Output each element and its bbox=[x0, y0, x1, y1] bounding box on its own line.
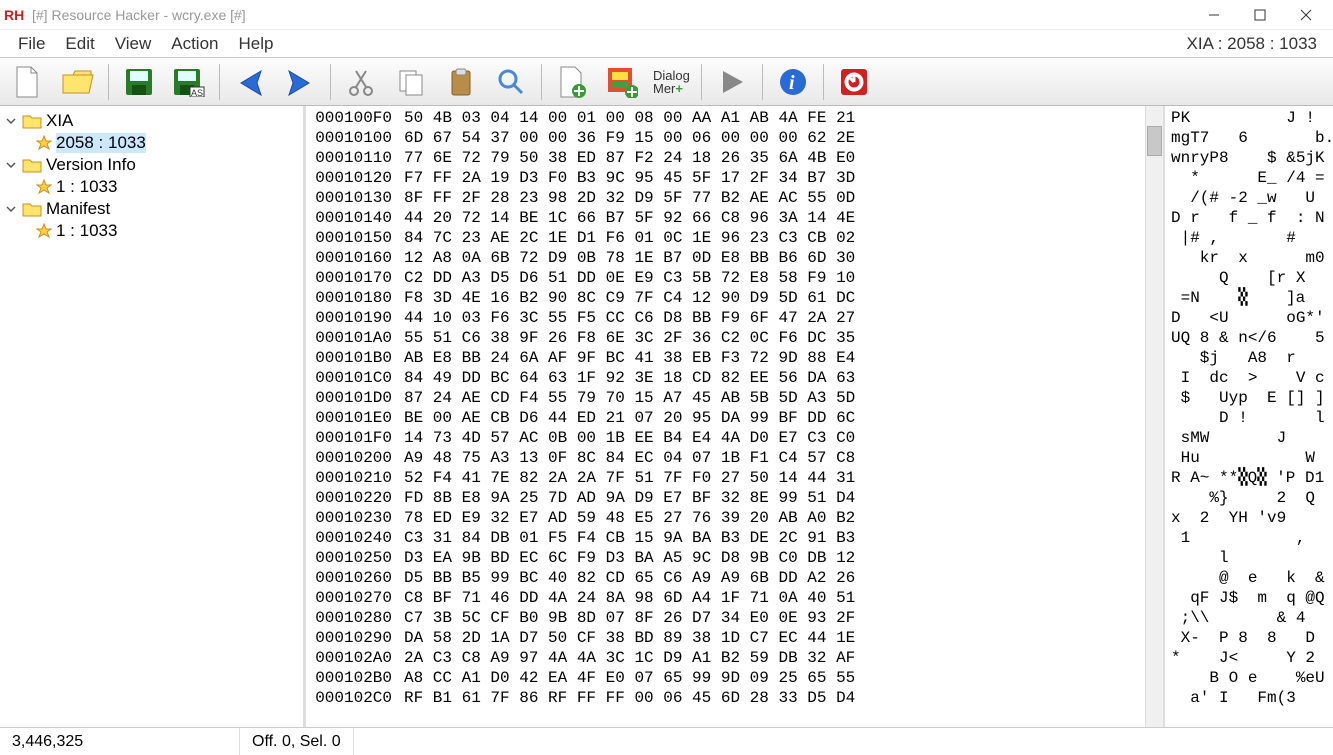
tree-label: 1 : 1033 bbox=[56, 177, 117, 197]
cut-button[interactable] bbox=[337, 62, 385, 102]
svg-text:RH: RH bbox=[4, 7, 24, 23]
menu-view[interactable]: View bbox=[105, 32, 162, 56]
tree-label: 1 : 1033 bbox=[56, 221, 117, 241]
tree-leaf[interactable]: 1 : 1033 bbox=[2, 176, 301, 198]
tree-leaf[interactable]: 1 : 1033 bbox=[2, 220, 301, 242]
new-file-button[interactable] bbox=[4, 62, 52, 102]
resource-tree[interactable]: XIA2058 : 1033Version Info1 : 1033Manife… bbox=[0, 106, 306, 727]
expand-icon[interactable] bbox=[4, 114, 18, 128]
minimize-button[interactable] bbox=[1191, 1, 1237, 29]
tree-label: Manifest bbox=[46, 199, 110, 219]
dialog-tool-button[interactable]: DialogMer+ bbox=[648, 62, 695, 102]
statusbar: 3,446,325 Off. 0, Sel. 0 bbox=[0, 727, 1333, 755]
svg-text:AS: AS bbox=[191, 88, 203, 97]
bytes-column[interactable]: 50 4B 03 04 14 00 01 00 08 00 AA A1 AB 4… bbox=[398, 106, 1145, 727]
hex-pane[interactable]: 000100F0 00010100 00010110 00010120 0001… bbox=[306, 106, 1165, 727]
tree-label: Version Info bbox=[46, 155, 136, 175]
svg-text:i: i bbox=[789, 72, 795, 94]
tree-node[interactable]: Manifest bbox=[2, 198, 301, 220]
breadcrumb: XIA : 2058 : 1033 bbox=[1187, 34, 1325, 54]
dialog-label: DialogMer+ bbox=[653, 69, 690, 95]
hex-scrollbar[interactable] bbox=[1145, 106, 1163, 727]
expand-icon[interactable] bbox=[4, 202, 18, 216]
menubar: File Edit View Action Help XIA : 2058 : … bbox=[0, 30, 1333, 58]
tree-label: 2058 : 1033 bbox=[56, 133, 146, 153]
titlebar: RH [#] Resource Hacker - wcry.exe [#] bbox=[0, 0, 1333, 30]
main-area: XIA2058 : 1033Version Info1 : 1033Manife… bbox=[0, 106, 1333, 727]
nav-back-button[interactable] bbox=[226, 62, 274, 102]
menu-action[interactable]: Action bbox=[161, 32, 228, 56]
tree-node[interactable]: XIA bbox=[2, 110, 301, 132]
info-button[interactable]: i bbox=[769, 62, 817, 102]
toolbar: AS DialogMer+ i bbox=[0, 58, 1333, 106]
ascii-pane[interactable]: PK J ! mgT7 6 b. wnryP8 $ &5jK * E_ /4 =… bbox=[1165, 106, 1333, 727]
save-button[interactable] bbox=[115, 62, 163, 102]
nav-forward-button[interactable] bbox=[276, 62, 324, 102]
stop-button[interactable] bbox=[830, 62, 878, 102]
find-button[interactable] bbox=[487, 62, 535, 102]
window-title: [#] Resource Hacker - wcry.exe [#] bbox=[32, 7, 1191, 23]
status-selection: Off. 0, Sel. 0 bbox=[240, 728, 354, 755]
maximize-button[interactable] bbox=[1237, 1, 1283, 29]
play-button[interactable] bbox=[708, 62, 756, 102]
paste-button[interactable] bbox=[437, 62, 485, 102]
menu-file[interactable]: File bbox=[8, 32, 55, 56]
ascii-column: PK J ! mgT7 6 b. wnryP8 $ &5jK * E_ /4 =… bbox=[1165, 106, 1333, 727]
open-file-button[interactable] bbox=[54, 62, 102, 102]
replace-resource-button[interactable] bbox=[598, 62, 646, 102]
app-icon: RH bbox=[4, 4, 26, 26]
status-position: 3,446,325 bbox=[0, 728, 240, 755]
menu-edit[interactable]: Edit bbox=[55, 32, 104, 56]
scroll-thumb[interactable] bbox=[1147, 126, 1162, 156]
offset-column: 000100F0 00010100 00010110 00010120 0001… bbox=[306, 106, 398, 727]
save-as-button[interactable]: AS bbox=[165, 62, 213, 102]
expand-icon[interactable] bbox=[4, 158, 18, 172]
add-resource-button[interactable] bbox=[548, 62, 596, 102]
tree-leaf[interactable]: 2058 : 1033 bbox=[2, 132, 301, 154]
copy-button[interactable] bbox=[387, 62, 435, 102]
close-button[interactable] bbox=[1283, 1, 1329, 29]
tree-label: XIA bbox=[46, 111, 73, 131]
tree-node[interactable]: Version Info bbox=[2, 154, 301, 176]
menu-help[interactable]: Help bbox=[229, 32, 284, 56]
